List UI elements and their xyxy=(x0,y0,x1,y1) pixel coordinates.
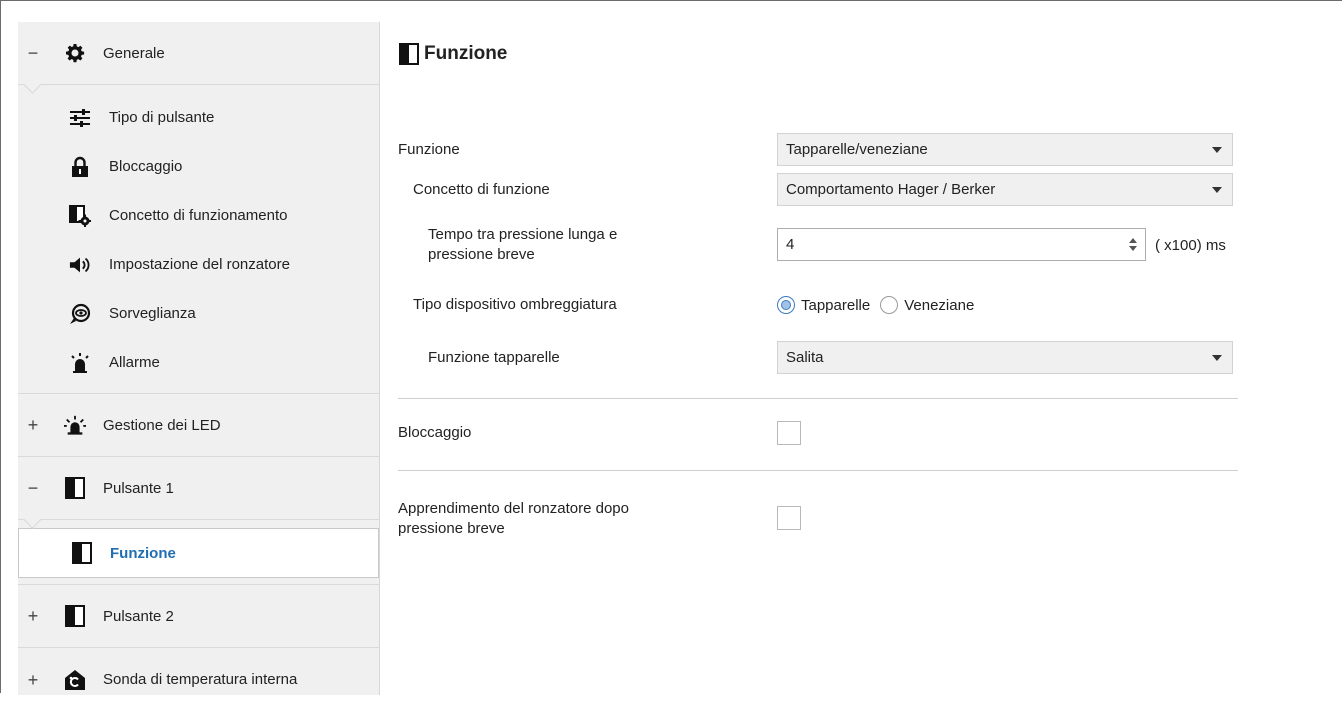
radio-label: Tapparelle xyxy=(801,296,871,314)
funzione-tapparelle-label: Funzione tapparelle xyxy=(428,348,560,366)
bloccaggio-label: Bloccaggio xyxy=(398,424,472,441)
tipo-dispositivo-label: Tipo dispositivo ombreggiatura xyxy=(413,296,617,313)
eye-icon xyxy=(69,303,91,325)
select-value: Tapparelle/veneziane xyxy=(786,141,928,158)
bloccaggio-checkbox[interactable] xyxy=(777,421,801,445)
expand-toggle[interactable]: + xyxy=(25,607,41,625)
apprendimento-label-line2: pressione breve xyxy=(398,520,505,537)
tipo-dispositivo-radio-group: Tapparelle Veneziane xyxy=(777,296,984,314)
chevron-down-icon[interactable] xyxy=(1129,246,1137,251)
apprendimento-checkbox[interactable] xyxy=(777,506,801,530)
radio-circle[interactable] xyxy=(880,296,899,314)
page-title-text: Funzione xyxy=(424,43,508,64)
sidebar-group-label: Pulsante 1 xyxy=(103,479,174,497)
sidebar: − Generale Tipo di pulsante Bloccaggio C… xyxy=(18,22,380,695)
chevron-up-icon[interactable] xyxy=(1129,238,1137,243)
settings-panel-icon xyxy=(69,204,91,227)
sidebar-group-gestione-led[interactable]: + Gestione dei LED xyxy=(18,394,379,457)
sidebar-item-concetto-di-funzionamento[interactable]: Concetto di funzionamento xyxy=(18,191,379,240)
tempo-label-line2: pressione breve xyxy=(428,246,535,263)
sidebar-item-tipo-di-pulsante[interactable]: Tipo di pulsante xyxy=(18,93,379,142)
sidebar-item-label: Tipo di pulsante xyxy=(109,109,215,126)
expanded-notch xyxy=(23,510,42,529)
concetto-select[interactable]: Comportamento Hager / Berker xyxy=(777,173,1233,206)
sidebar-item-label: Bloccaggio xyxy=(109,158,183,175)
button-panel-icon xyxy=(398,43,420,65)
row-concetto-funzione: Concetto di funzione Comportamento Hager… xyxy=(398,173,1238,206)
sidebar-item-allarme[interactable]: Allarme xyxy=(18,338,379,387)
chevron-down-icon xyxy=(1212,186,1222,193)
radio-veneziane[interactable]: Veneziane xyxy=(880,296,974,314)
page-title: Funzione xyxy=(398,43,507,65)
sidebar-group-generale[interactable]: − Generale xyxy=(18,22,379,94)
row-tempo: Tempo tra pressione lunga e pressione br… xyxy=(398,221,1258,269)
chevron-down-icon xyxy=(1212,354,1222,361)
sidebar-item-funzione[interactable]: Funzione xyxy=(18,528,379,578)
sidebar-item-label: Allarme xyxy=(109,354,160,371)
expand-toggle[interactable]: + xyxy=(25,416,41,434)
radio-tapparelle[interactable]: Tapparelle xyxy=(777,296,870,314)
stepper-value: 4 xyxy=(786,236,795,253)
generale-sublist: Tipo di pulsante Bloccaggio Concetto di … xyxy=(18,85,379,394)
radio-label: Veneziane xyxy=(904,296,975,314)
thermometer-house-icon xyxy=(64,669,86,691)
chevron-down-icon xyxy=(1212,146,1222,153)
divider xyxy=(398,398,1238,399)
sidebar-item-sorveglianza[interactable]: Sorveglianza xyxy=(18,289,379,338)
collapse-toggle[interactable]: − xyxy=(25,479,41,497)
sidebar-item-bloccaggio[interactable]: Bloccaggio xyxy=(18,142,379,191)
sidebar-item-label: Impostazione del ronzatore xyxy=(109,256,290,273)
speaker-icon xyxy=(69,254,91,276)
row-tipo-dispositivo: Tipo dispositivo ombreggiatura Tapparell… xyxy=(398,290,1238,320)
tempo-unit: ( x100) ms xyxy=(1155,236,1226,254)
gear-icon xyxy=(64,42,86,64)
tempo-label: Tempo tra pressione lunga e pressione br… xyxy=(428,225,617,265)
sidebar-item-label: Sorveglianza xyxy=(109,305,196,322)
sidebar-group-sonda-temperatura[interactable]: + Sonda di temperatura interna xyxy=(18,648,379,711)
pulsante1-sublist: Funzione xyxy=(18,528,379,585)
main-panel: Funzione Funzione Tapparelle/veneziane C… xyxy=(398,22,1344,695)
sidebar-group-label: Pulsante 2 xyxy=(103,607,174,625)
apprendimento-label-line1: Apprendimento del ronzatore dopo xyxy=(398,500,629,517)
alarm-icon xyxy=(69,352,91,374)
row-bloccaggio: Bloccaggio xyxy=(398,420,1238,446)
tempo-stepper[interactable]: 4 xyxy=(777,228,1146,261)
row-funzione-tapparelle: Funzione tapparelle Salita xyxy=(398,341,1238,374)
concetto-label: Concetto di funzione xyxy=(413,180,550,198)
stepper-arrows[interactable] xyxy=(1129,238,1137,251)
led-icon xyxy=(64,414,86,436)
sliders-icon xyxy=(69,107,91,129)
funzione-label: Funzione xyxy=(398,140,460,158)
sidebar-group-label: Generale xyxy=(103,44,165,62)
sidebar-item-label: Funzione xyxy=(110,544,176,562)
divider xyxy=(398,470,1238,471)
radio-circle[interactable] xyxy=(777,296,795,314)
button-panel-icon xyxy=(71,542,93,564)
select-value: Comportamento Hager / Berker xyxy=(786,181,996,198)
apprendimento-label: Apprendimento del ronzatore dopo pressio… xyxy=(398,499,629,539)
sidebar-group-label: Sonda di temperatura interna xyxy=(103,671,298,688)
collapse-toggle[interactable]: − xyxy=(25,44,41,62)
sidebar-item-impostazione-ronzatore[interactable]: Impostazione del ronzatore xyxy=(18,240,379,289)
sidebar-group-pulsante-1[interactable]: − Pulsante 1 xyxy=(18,457,379,529)
sidebar-group-label: Gestione dei LED xyxy=(103,416,221,434)
row-apprendimento: Apprendimento del ronzatore dopo pressio… xyxy=(398,498,1238,540)
expand-toggle[interactable]: + xyxy=(25,671,41,689)
button-panel-icon xyxy=(64,605,86,627)
sidebar-group-pulsante-2[interactable]: + Pulsante 2 xyxy=(18,585,379,648)
funzione-tapparelle-select[interactable]: Salita xyxy=(777,341,1233,374)
funzione-select[interactable]: Tapparelle/veneziane xyxy=(777,133,1233,166)
sidebar-item-label: Concetto di funzionamento xyxy=(109,207,288,224)
lock-icon xyxy=(69,156,91,178)
select-value: Salita xyxy=(786,349,824,366)
row-funzione: Funzione Tapparelle/veneziane xyxy=(398,133,1238,166)
tempo-label-line1: Tempo tra pressione lunga e xyxy=(428,226,618,243)
button-panel-icon xyxy=(64,477,86,499)
